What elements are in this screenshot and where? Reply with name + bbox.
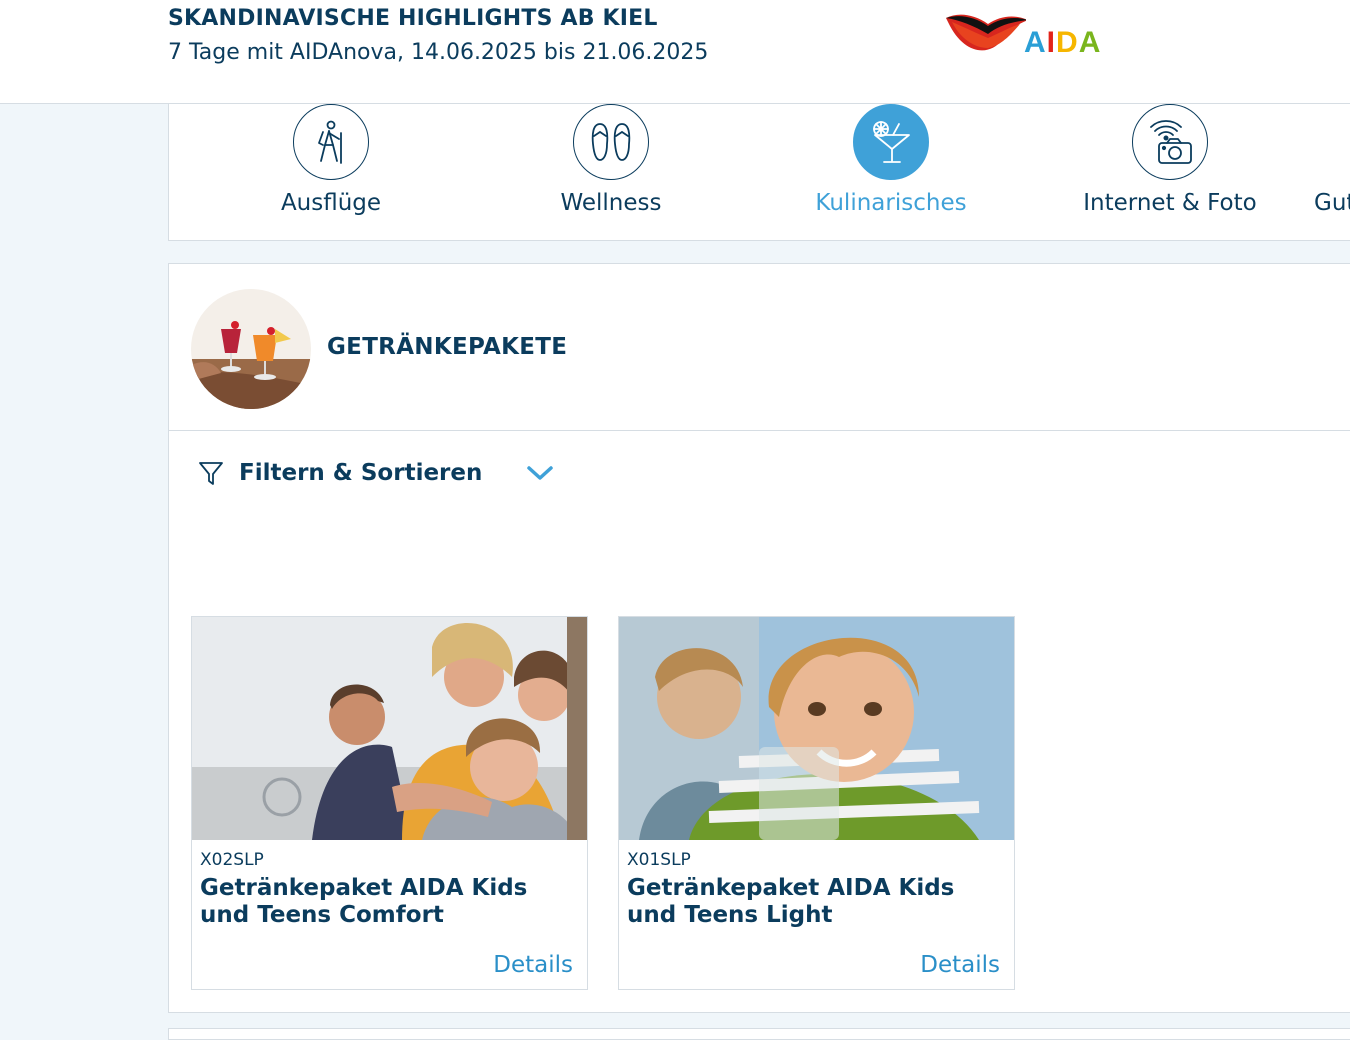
category-label: Ausflüge <box>280 190 382 216</box>
cocktails-photo <box>191 289 311 409</box>
category-wellness[interactable]: Wellness <box>501 104 721 216</box>
category-kulinarisches[interactable]: Kulinarisches <box>781 104 1001 216</box>
funnel-icon <box>199 462 223 485</box>
product-image-family <box>192 617 587 840</box>
flip-flops-icon <box>591 123 631 161</box>
boy-photo <box>619 617 1014 840</box>
category-gut[interactable]: Gut <box>1299 104 1350 216</box>
section-image-cocktails <box>191 289 311 409</box>
filter-label: Filtern & Sortieren <box>239 460 483 486</box>
chevron-down-icon <box>527 466 554 480</box>
category-icon-circle <box>293 104 369 180</box>
drink-packages-panel: GETRÄNKEPAKETE Filtern & Sortieren X02SL… <box>168 263 1350 1013</box>
trip-title: SKANDINAVISCHE HIGHLIGHTS AB KIEL <box>168 6 658 31</box>
category-nav: Ausflüge Wellness Kulinarisches Internet… <box>168 104 1350 241</box>
family-photo <box>192 617 587 840</box>
wifi-camera-icon <box>1150 120 1192 164</box>
product-card[interactable]: X01SLP Getränkepaket AIDA Kids und Teens… <box>618 616 1015 990</box>
aida-lips-icon <box>946 14 1028 51</box>
trip-subtitle: 7 Tage mit AIDAnova, 14.06.2025 bis 21.0… <box>168 40 709 65</box>
product-code: X01SLP <box>627 850 691 870</box>
page-header: SKANDINAVISCHE HIGHLIGHTS AB KIEL 7 Tage… <box>0 0 1350 104</box>
category-label: Wellness <box>560 190 662 216</box>
category-label: Kulinarisches <box>815 190 967 216</box>
category-ausfluege[interactable]: Ausflüge <box>221 104 441 216</box>
product-name: Getränkepaket AIDA Kids und Teens Comfor… <box>200 875 528 928</box>
aida-logo[interactable]: AIDA <box>944 12 1114 64</box>
aida-logo-text: AIDA <box>1024 26 1102 59</box>
cocktail-icon <box>873 121 910 163</box>
category-label: Gut <box>1314 190 1350 216</box>
category-icon-circle <box>573 104 649 180</box>
product-card[interactable]: X02SLP Getränkepaket AIDA Kids und Teens… <box>191 616 588 990</box>
product-code: X02SLP <box>200 850 264 870</box>
hiker-icon <box>318 120 342 164</box>
filter-sort-toggle[interactable]: Filtern & Sortieren <box>197 456 554 490</box>
details-link[interactable]: Details <box>493 952 573 978</box>
category-label: Internet & Foto <box>1083 190 1257 216</box>
product-image-boy <box>619 617 1014 840</box>
category-internet-foto[interactable]: Internet & Foto <box>1060 104 1280 216</box>
next-section-edge <box>168 1028 1350 1040</box>
category-icon-circle <box>853 104 929 180</box>
product-name: Getränkepaket AIDA Kids und Teens Light <box>627 875 955 928</box>
section-title: GETRÄNKEPAKETE <box>327 334 568 360</box>
section-header: GETRÄNKEPAKETE <box>169 264 1350 431</box>
category-icon-circle <box>1132 104 1208 180</box>
details-link[interactable]: Details <box>920 952 1000 978</box>
